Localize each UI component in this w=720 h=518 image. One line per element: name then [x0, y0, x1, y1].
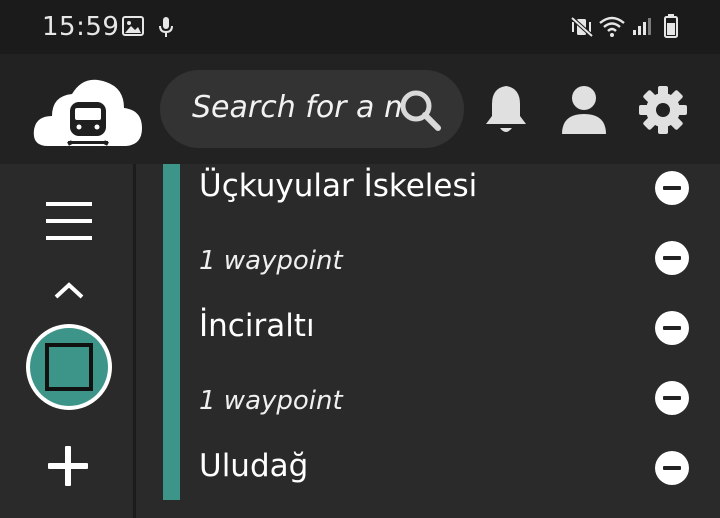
app-bar: Search for a ma — [0, 54, 720, 164]
list-item[interactable]: 1 waypoint — [138, 374, 720, 444]
plus-icon[interactable] — [48, 446, 88, 491]
search-bar[interactable]: Search for a ma — [160, 70, 464, 148]
stop-name: İnciraltı — [199, 308, 315, 344]
train-cloud-logo[interactable] — [32, 72, 144, 148]
status-time: 15:59 — [42, 12, 120, 42]
mic-icon — [158, 16, 174, 43]
battery-icon — [664, 14, 678, 43]
wifi-icon — [598, 14, 626, 43]
stop-button[interactable] — [24, 322, 114, 417]
bell-icon[interactable] — [480, 82, 532, 138]
chevron-up-icon[interactable] — [53, 280, 85, 305]
remove-button[interactable] — [655, 171, 689, 205]
search-input[interactable]: Search for a ma — [192, 90, 402, 125]
route-list: Üçkuyular İskelesi 1 waypoint İnciraltı … — [138, 164, 720, 518]
list-item[interactable]: Uludağ — [138, 444, 720, 514]
image-icon — [122, 16, 144, 41]
list-item[interactable]: İnciraltı — [138, 304, 720, 374]
stop-name: Uludağ — [199, 448, 309, 484]
waypoint-count: 1 waypoint — [199, 246, 343, 276]
remove-button[interactable] — [655, 241, 689, 275]
user-icon[interactable] — [558, 82, 610, 138]
signal-icon — [632, 16, 652, 41]
list-item[interactable]: 1 waypoint — [138, 234, 720, 304]
waypoint-count: 1 waypoint — [199, 386, 343, 416]
stop-name: Üçkuyular İskelesi — [199, 168, 478, 204]
vibrate-mute-icon — [570, 16, 594, 43]
remove-button[interactable] — [655, 451, 689, 485]
status-bar: 15:59 — [0, 0, 720, 54]
menu-icon[interactable] — [46, 202, 92, 245]
search-icon[interactable] — [398, 88, 442, 132]
remove-button[interactable] — [655, 381, 689, 415]
left-rail — [0, 164, 136, 518]
gear-icon[interactable] — [637, 82, 689, 138]
remove-button[interactable] — [655, 311, 689, 345]
list-item[interactable]: Üçkuyular İskelesi — [138, 164, 720, 234]
